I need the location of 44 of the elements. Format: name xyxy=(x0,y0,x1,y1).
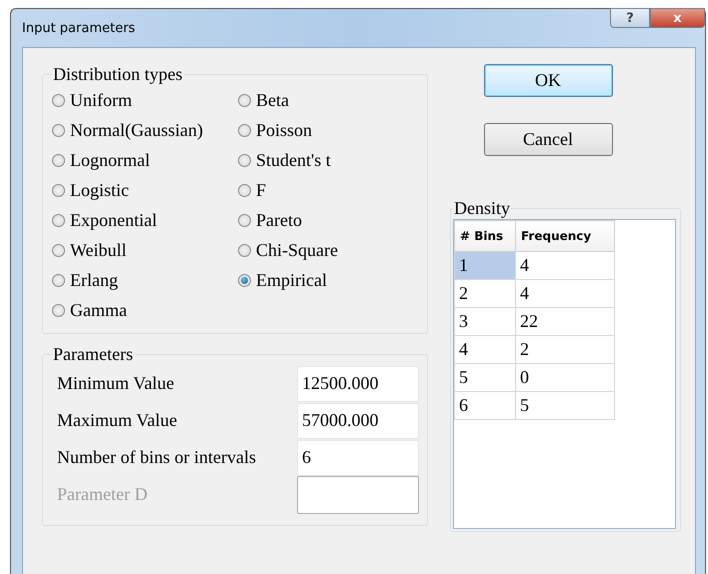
window-title: Input parameters xyxy=(22,21,136,36)
radio-option[interactable]: Gamma xyxy=(52,295,238,325)
radio-option[interactable]: Empirical xyxy=(238,265,419,295)
radio-option[interactable]: Normal(Gaussian) xyxy=(52,115,238,145)
table-cell[interactable]: 2 xyxy=(516,336,614,364)
radio-option[interactable]: Poisson xyxy=(238,115,419,145)
table-cell[interactable]: 22 xyxy=(516,308,614,336)
radio-option[interactable]: Logistic xyxy=(52,175,238,205)
table-cell[interactable]: 1 xyxy=(454,252,516,280)
group-title: Distribution types xyxy=(52,64,184,85)
field-label: Minimum Value xyxy=(56,373,176,394)
dialog-button[interactable]: OK xyxy=(484,64,612,97)
column-header[interactable]: Frequency xyxy=(516,220,614,252)
radio-option[interactable]: Student's t xyxy=(238,145,419,175)
dialog-button[interactable]: Cancel xyxy=(484,123,612,156)
group-title: Density xyxy=(453,198,511,219)
field-label: Parameter D xyxy=(56,484,148,505)
table-cell[interactable]: 6 xyxy=(454,392,516,420)
radio-option[interactable]: Weibull xyxy=(52,235,238,265)
table-cell[interactable]: 0 xyxy=(516,364,614,392)
radio-option[interactable]: Exponential xyxy=(52,205,238,235)
table-cell[interactable]: 2 xyxy=(454,280,516,308)
help-button[interactable]: ? xyxy=(610,8,650,28)
radio-option[interactable]: Beta xyxy=(238,85,419,115)
field-label: Number of bins or intervals xyxy=(56,447,257,468)
table-cell[interactable]: 4 xyxy=(516,252,614,280)
field-label: Maximum Value xyxy=(56,410,178,431)
column-header[interactable]: # Bins xyxy=(454,220,516,252)
table-cell[interactable]: 4 xyxy=(516,280,614,308)
input-field[interactable]: 6 xyxy=(297,440,419,476)
radio-option[interactable]: Pareto xyxy=(238,205,419,235)
radio-option[interactable]: F xyxy=(238,175,419,205)
radio-option[interactable]: Lognormal xyxy=(52,145,238,175)
input-field[interactable]: 57000.000 xyxy=(297,402,419,438)
close-button[interactable]: x xyxy=(650,8,705,28)
radio-option[interactable]: Chi-Square xyxy=(238,235,419,265)
radio-option[interactable]: Uniform xyxy=(52,85,238,115)
input-field[interactable]: 12500.000 xyxy=(297,366,419,402)
table-cell[interactable]: 5 xyxy=(454,364,516,392)
table-cell[interactable]: 4 xyxy=(454,336,516,364)
group-title: Parameters xyxy=(52,344,134,365)
radio-option[interactable]: Erlang xyxy=(52,265,238,295)
table-cell[interactable]: 5 xyxy=(516,392,614,420)
table-cell[interactable]: 3 xyxy=(454,308,516,336)
